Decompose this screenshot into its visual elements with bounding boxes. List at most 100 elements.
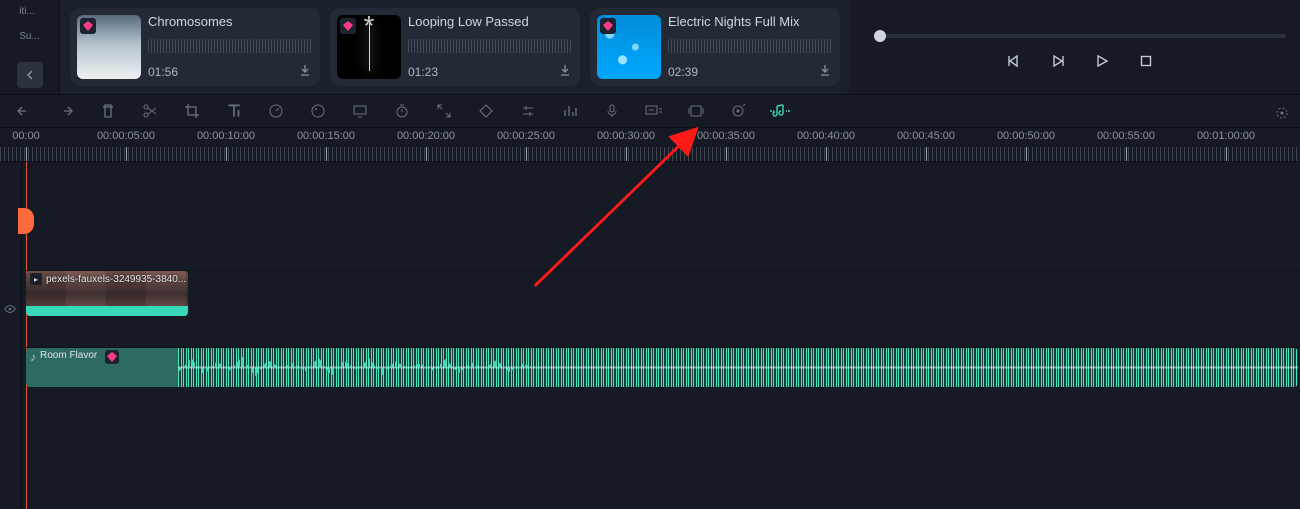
- ruler-time-label: 00:00:45:00: [897, 130, 955, 142]
- play-button[interactable]: [1093, 52, 1111, 70]
- media-header-row: iti... Su... Chromosomes 01:56: [0, 0, 1300, 94]
- undo-icon: [16, 103, 32, 119]
- audio-waveform: [26, 348, 1298, 387]
- clip-name-label: pexels-fauxels-3249935-3840...: [46, 274, 186, 285]
- fit-button[interactable]: [434, 101, 454, 121]
- download-button[interactable]: [298, 63, 312, 80]
- gear-dots-icon: [1274, 105, 1290, 121]
- motion-tracking-button[interactable]: [728, 101, 748, 121]
- diamond-icon: [82, 20, 94, 32]
- clip-media-icon: ▸: [30, 273, 42, 285]
- preview-scrub-bar[interactable]: [874, 34, 1286, 38]
- prev-frame-button[interactable]: [1005, 52, 1023, 70]
- premium-badge: [600, 18, 616, 34]
- trash-icon: [100, 103, 116, 119]
- render-button[interactable]: [686, 101, 706, 121]
- media-duration: 01:56: [148, 65, 178, 79]
- delete-button[interactable]: [98, 101, 118, 121]
- media-title: Looping Low Passed: [408, 14, 572, 29]
- ruler-time-label: 00:00: [12, 130, 40, 142]
- music-beat-icon: [770, 103, 790, 119]
- subtitle-button[interactable]: [644, 101, 664, 121]
- nav-category-label: iti... Su...: [19, 6, 40, 42]
- voice-button[interactable]: [602, 101, 622, 121]
- color-button[interactable]: [308, 101, 328, 121]
- waveform-preview-icon: [668, 39, 832, 53]
- clip-audio-icon: ♪: [30, 350, 36, 364]
- ruler-time-label: 00:00:35:00: [697, 130, 755, 142]
- audio-track[interactable]: ♪ Room Flavor: [26, 347, 1300, 387]
- premium-badge: [340, 18, 356, 34]
- text-icon: [225, 102, 243, 120]
- target-icon: [730, 103, 746, 119]
- preview-panel: [850, 0, 1300, 94]
- waveform-preview-icon: [148, 39, 312, 53]
- library-side-nav: iti... Su...: [0, 0, 60, 94]
- timeline-settings-button[interactable]: [1272, 103, 1292, 123]
- ruler-time-label: 00:00:05:00: [97, 130, 155, 142]
- ruler-time-label: 00:00:10:00: [197, 130, 255, 142]
- text-button[interactable]: [224, 101, 244, 121]
- ruler-time-label: 00:00:30:00: [597, 130, 655, 142]
- media-meta: Looping Low Passed 01:23: [408, 8, 580, 86]
- stop-icon: [1138, 53, 1154, 69]
- beat-detection-button[interactable]: [770, 101, 790, 121]
- chevron-left-icon: [25, 70, 35, 80]
- play-left-icon: [1050, 53, 1066, 69]
- step-back-icon: [1006, 53, 1022, 69]
- media-thumbnail: [77, 15, 141, 79]
- timeline-ruler[interactable]: 00:00 00:00:05:00 00:00:10:00 00:00:15:00 00…: [0, 128, 1300, 162]
- download-button[interactable]: [558, 63, 572, 80]
- ruler-time-label: 00:01:00:00: [1197, 130, 1255, 142]
- media-title: Electric Nights Full Mix: [668, 14, 832, 29]
- crop-button[interactable]: [182, 101, 202, 121]
- audio-mixer-button[interactable]: [560, 101, 580, 121]
- playhead-line: [26, 162, 27, 509]
- mic-icon: [604, 103, 620, 119]
- speed-button[interactable]: [266, 101, 286, 121]
- scrub-handle-icon[interactable]: [874, 30, 886, 42]
- ruler-time-label: 00:00:40:00: [797, 130, 855, 142]
- diamond-icon: [106, 351, 118, 363]
- diamond-outline-icon: [478, 103, 494, 119]
- video-clip[interactable]: ▸ pexels-fauxels-3249935-3840...: [26, 271, 188, 316]
- speedometer-icon: [268, 103, 284, 119]
- ruler-time-label: 00:00:15:00: [297, 130, 355, 142]
- media-meta: Electric Nights Full Mix 02:39: [668, 8, 840, 86]
- green-screen-button[interactable]: [350, 101, 370, 121]
- timeline-area[interactable]: ▸ pexels-fauxels-3249935-3840... ♪ Room …: [0, 162, 1300, 509]
- media-duration: 01:23: [408, 65, 438, 79]
- media-duration: 02:39: [668, 65, 698, 79]
- adjust-button[interactable]: [518, 101, 538, 121]
- nav-back-button[interactable]: [17, 62, 43, 88]
- play-back-button[interactable]: [1049, 52, 1067, 70]
- ruler-time-label: 00:00:55:00: [1097, 130, 1155, 142]
- media-title: Chromosomes: [148, 14, 312, 29]
- media-card[interactable]: Electric Nights Full Mix 02:39: [590, 8, 840, 86]
- duration-button[interactable]: [392, 101, 412, 121]
- media-card[interactable]: Chromosomes 01:56: [70, 8, 320, 86]
- video-track[interactable]: ▸ pexels-fauxels-3249935-3840...: [26, 270, 1300, 316]
- crop-icon: [184, 103, 200, 119]
- stop-button[interactable]: [1137, 52, 1155, 70]
- split-button[interactable]: [140, 101, 160, 121]
- download-icon: [818, 63, 832, 77]
- undo-button[interactable]: [14, 101, 34, 121]
- ruler-time-label: 00:00:25:00: [497, 130, 555, 142]
- media-thumbnail: *: [337, 15, 401, 79]
- sliders-icon: [520, 103, 536, 119]
- download-icon: [298, 63, 312, 77]
- premium-badge: [80, 18, 96, 34]
- diamond-icon: [602, 20, 614, 32]
- transport-controls: [874, 52, 1286, 70]
- media-card[interactable]: * Looping Low Passed 01:23: [330, 8, 580, 86]
- stopwatch-icon: [394, 103, 410, 119]
- eye-icon: [3, 302, 17, 316]
- keyframe-button[interactable]: [476, 101, 496, 121]
- redo-button[interactable]: [56, 101, 76, 121]
- download-button[interactable]: [818, 63, 832, 80]
- visibility-toggle[interactable]: [3, 302, 17, 319]
- media-library-panel: Chromosomes 01:56 * Looping Low Passed: [60, 0, 850, 94]
- audio-clip[interactable]: ♪ Room Flavor: [26, 348, 1298, 387]
- timeline-toolbar: [0, 94, 1300, 128]
